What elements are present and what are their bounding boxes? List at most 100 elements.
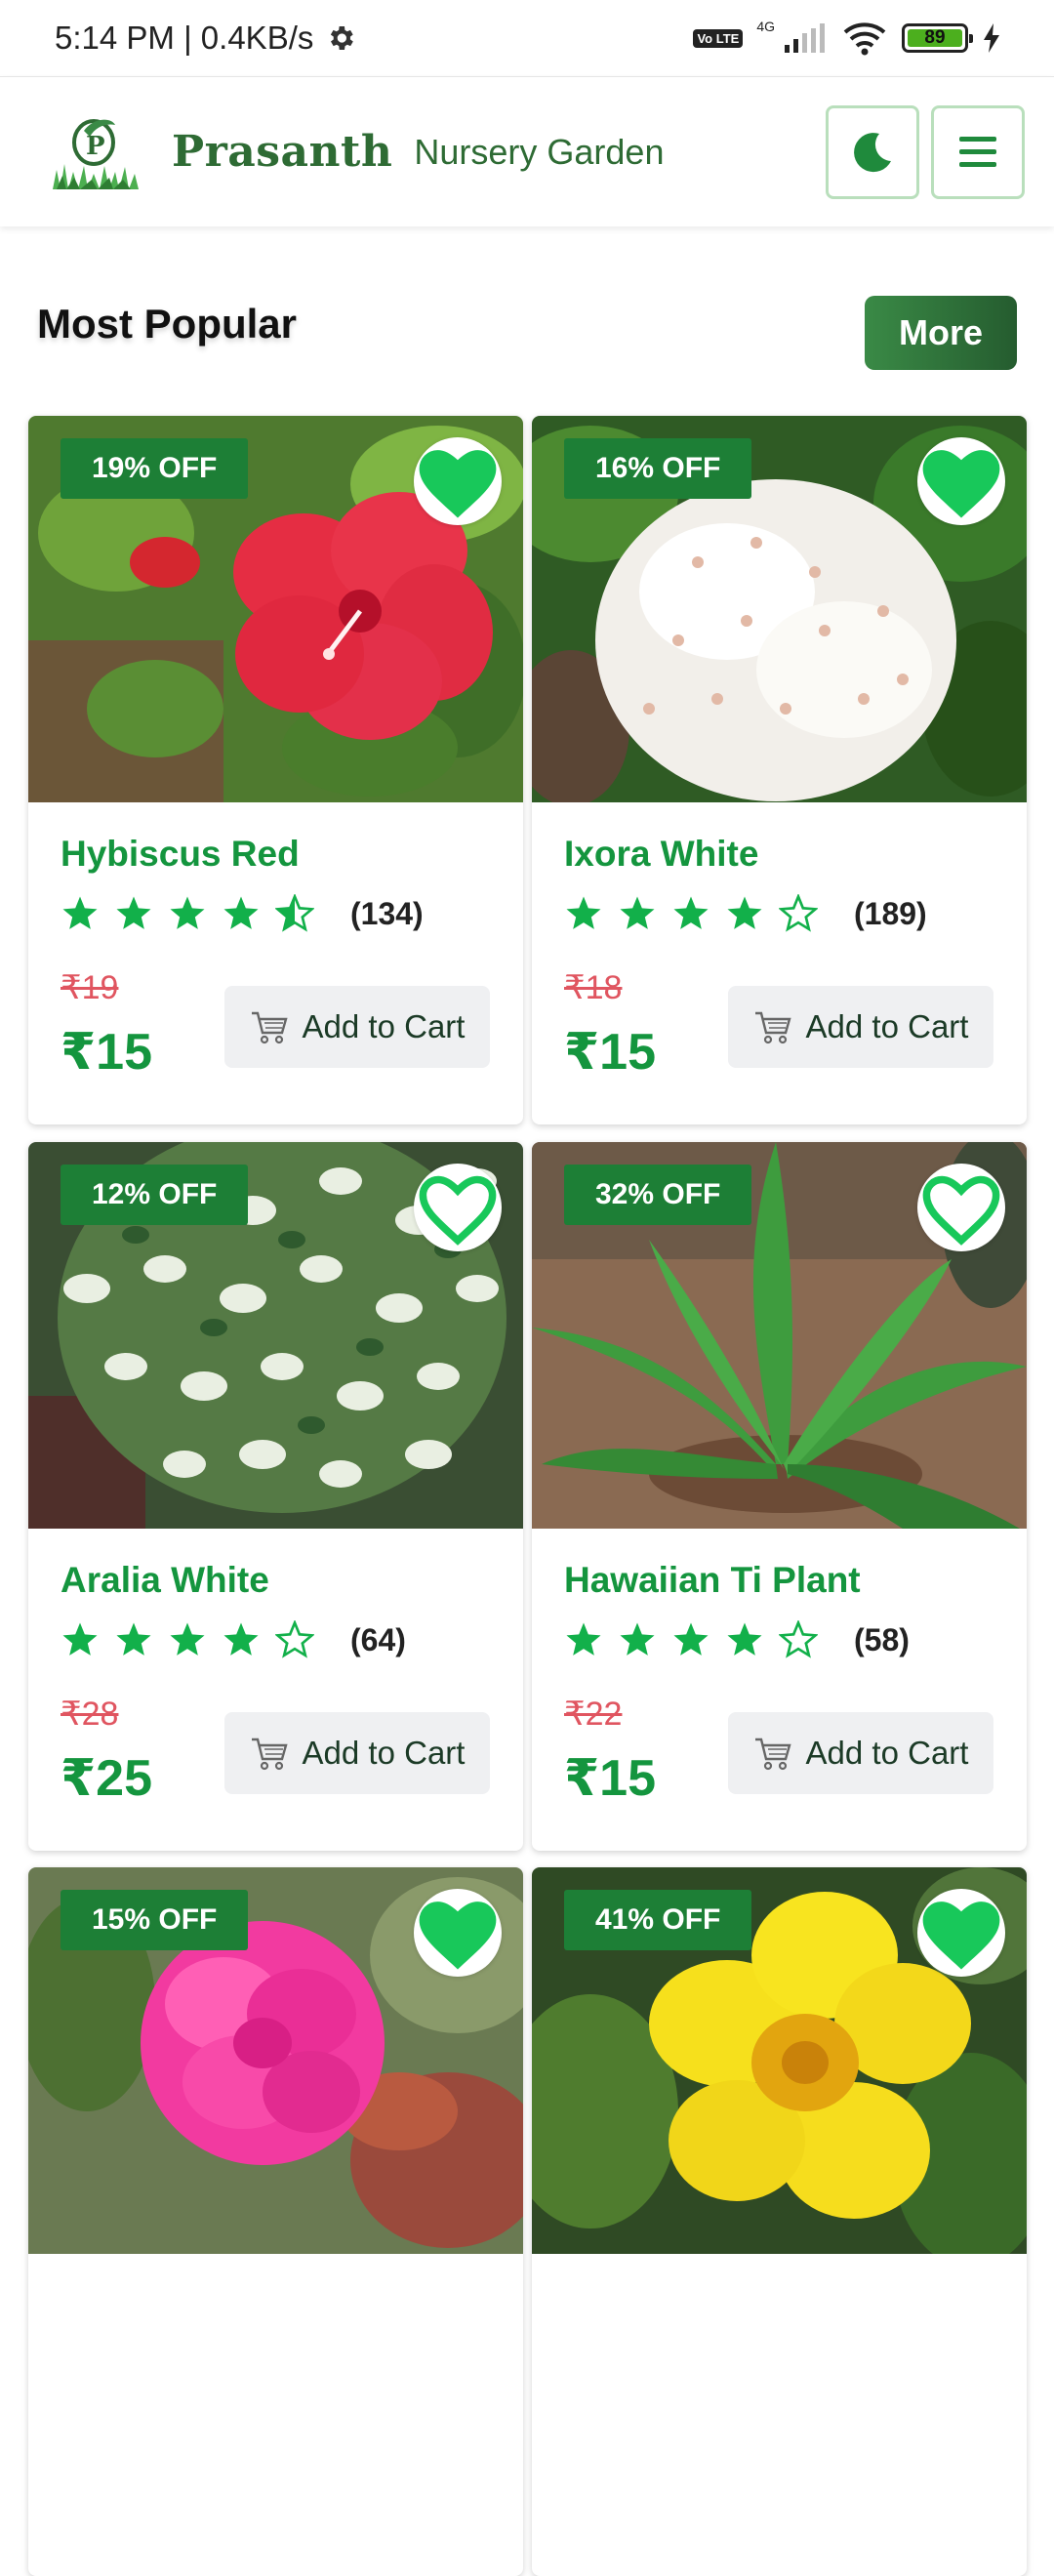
star-filled-icon	[673, 1622, 709, 1656]
favorite-button[interactable]	[414, 437, 502, 525]
charging-icon	[984, 23, 999, 53]
svg-text:P: P	[86, 132, 105, 161]
product-card-hybiscus-red[interactable]: 19% OFF Hybiscus Red (134) ₹19 ₹15 Add t…	[28, 416, 523, 1124]
discount-badge: 19% OFF	[61, 438, 249, 499]
favorite-button[interactable]	[414, 1164, 502, 1251]
app-header: P Prasanth Nursery Garden	[0, 76, 1054, 226]
original-price: ₹28	[61, 1696, 119, 1733]
cart-icon	[754, 1011, 791, 1044]
discount-badge: 15% OFF	[61, 1890, 249, 1950]
volte-icon: Vo LTE	[693, 28, 744, 48]
rating-stars: (189)	[564, 894, 927, 933]
star-filled-icon	[170, 896, 205, 929]
original-price: ₹22	[564, 1696, 623, 1733]
original-price: ₹18	[564, 969, 623, 1006]
discount-badge: 32% OFF	[564, 1165, 752, 1225]
favorite-button[interactable]	[917, 437, 1005, 525]
rating-count: (64)	[350, 1621, 406, 1657]
add-to-cart-button[interactable]: Add to Cart	[728, 1712, 993, 1794]
product-card-aralia-white[interactable]: 12% OFF Aralia White (64) ₹28 ₹25 Add to…	[28, 1142, 523, 1851]
star-filled-icon	[223, 896, 259, 929]
star-filled-icon	[620, 896, 655, 929]
star-filled-icon	[673, 896, 709, 929]
sale-price: ₹15	[564, 1750, 657, 1807]
battery-icon: 89	[902, 23, 973, 53]
product-card-6[interactable]: 41% OFF	[532, 1867, 1027, 2576]
product-card-5[interactable]: 15% OFF	[28, 1867, 523, 2576]
star-filled-icon	[620, 1622, 655, 1656]
star-filled-icon	[566, 1622, 601, 1656]
heart-outline-icon	[419, 1175, 497, 1246]
product-name[interactable]: Aralia White	[61, 1560, 269, 1601]
star-empty-icon	[779, 894, 818, 932]
section-title: Most Popular	[37, 301, 298, 347]
star-filled-icon	[62, 896, 98, 929]
discount-badge: 12% OFF	[61, 1165, 249, 1225]
original-price: ₹19	[61, 969, 119, 1006]
sale-price: ₹15	[564, 1024, 657, 1081]
star-empty-icon	[275, 1620, 314, 1658]
product-card-ixora-white[interactable]: 16% OFF Ixora White (189) ₹18 ₹15 Add to…	[532, 416, 1027, 1124]
favorite-button[interactable]	[414, 1889, 502, 1977]
cart-icon	[251, 1738, 288, 1771]
nursery-logo[interactable]: P	[49, 113, 141, 191]
product-name[interactable]: Ixora White	[564, 834, 758, 875]
product-image[interactable]: 41% OFF	[532, 1867, 1027, 2254]
product-image[interactable]: 12% OFF	[28, 1142, 523, 1529]
favorite-button[interactable]	[917, 1889, 1005, 1977]
signal-icon	[785, 23, 825, 53]
rating-stars: (64)	[61, 1620, 406, 1659]
star-filled-icon	[170, 1622, 205, 1656]
rating-stars: (134)	[61, 894, 424, 933]
heart-icon	[922, 1901, 1000, 1970]
theme-toggle-button[interactable]	[826, 104, 919, 199]
product-image[interactable]: 15% OFF	[28, 1867, 523, 2254]
star-empty-icon	[779, 1620, 818, 1658]
cart-icon	[251, 1011, 288, 1044]
brand-subtitle: Nursery Garden	[414, 131, 665, 172]
menu-icon	[959, 136, 996, 167]
product-image[interactable]: 16% OFF	[532, 416, 1027, 802]
star-filled-icon	[223, 1622, 259, 1656]
rating-stars: (58)	[564, 1620, 910, 1659]
settings-icon	[331, 26, 354, 50]
status-bar: 5:14 PM | 0.4KB/s Vo LTE 4G 89	[0, 0, 1054, 76]
battery-level: 89	[908, 27, 962, 48]
more-button[interactable]: More	[865, 296, 1017, 370]
wifi-icon	[843, 22, 886, 56]
sale-price: ₹15	[61, 1024, 153, 1081]
star-filled-icon	[62, 1622, 98, 1656]
add-to-cart-label: Add to Cart	[805, 1735, 969, 1771]
add-to-cart-label: Add to Cart	[805, 1008, 969, 1044]
star-filled-icon	[727, 1622, 762, 1656]
star-half-icon	[275, 894, 314, 932]
add-to-cart-button[interactable]: Add to Cart	[728, 986, 993, 1068]
discount-badge: 41% OFF	[564, 1890, 752, 1950]
favorite-button[interactable]	[917, 1164, 1005, 1251]
network-type: 4G	[756, 19, 775, 34]
add-to-cart-button[interactable]: Add to Cart	[224, 986, 490, 1068]
menu-button[interactable]	[931, 104, 1025, 199]
sale-price: ₹25	[61, 1750, 153, 1807]
moon-icon	[854, 132, 891, 172]
heart-icon	[419, 1901, 497, 1970]
status-time: 5:14 PM | 0.4KB/s	[55, 20, 314, 56]
star-filled-icon	[116, 896, 151, 929]
product-card-hawaiian-ti-plant[interactable]: 32% OFF Hawaiian Ti Plant (58) ₹22 ₹15 A…	[532, 1142, 1027, 1851]
add-to-cart-label: Add to Cart	[302, 1735, 466, 1771]
cart-icon	[754, 1738, 791, 1771]
product-image[interactable]: 32% OFF	[532, 1142, 1027, 1529]
heart-icon	[419, 450, 497, 518]
brand-name: Prasanth	[172, 127, 393, 177]
discount-badge: 16% OFF	[564, 438, 752, 499]
rating-count: (134)	[350, 895, 424, 931]
product-name[interactable]: Hawaiian Ti Plant	[564, 1560, 861, 1601]
add-to-cart-label: Add to Cart	[302, 1008, 466, 1044]
star-filled-icon	[566, 896, 601, 929]
product-name[interactable]: Hybiscus Red	[61, 834, 300, 875]
add-to-cart-button[interactable]: Add to Cart	[224, 1712, 490, 1794]
heart-icon	[922, 450, 1000, 518]
product-image[interactable]: 19% OFF	[28, 416, 523, 802]
star-filled-icon	[116, 1622, 151, 1656]
rating-count: (58)	[854, 1621, 910, 1657]
